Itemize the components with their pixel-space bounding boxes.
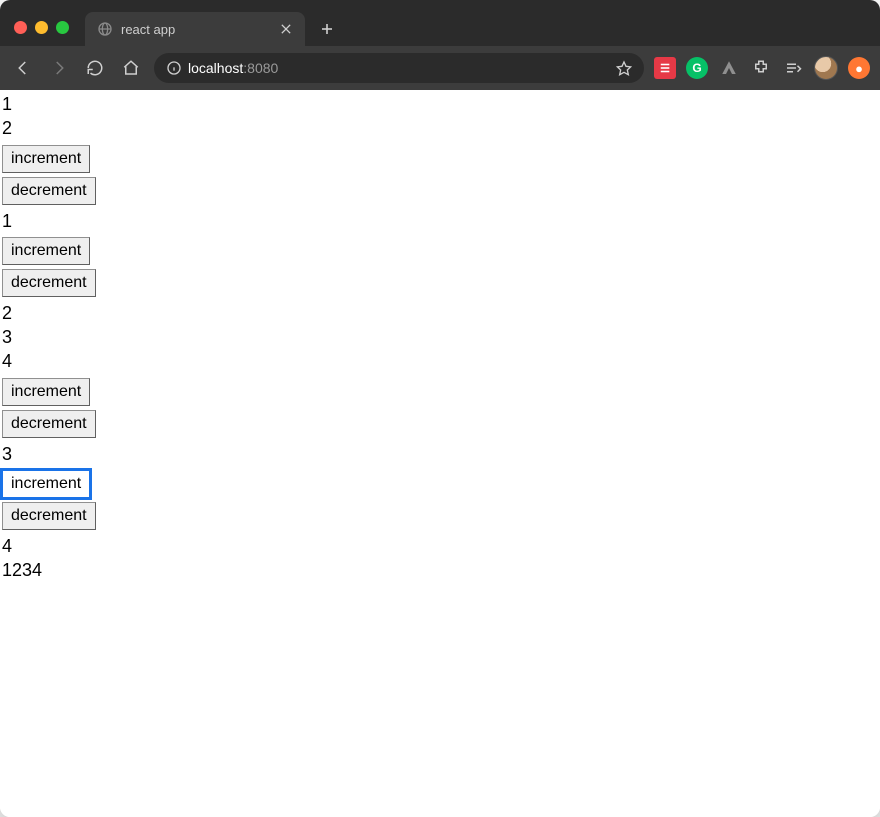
window-minimize-button[interactable] [35,21,48,34]
titlebar: react app [0,0,880,46]
bookmark-star-icon[interactable] [616,60,632,76]
counter-value: 4 [0,349,880,373]
counter-value: 2 [0,301,880,325]
media-control-button[interactable] [782,57,804,79]
extensions-button[interactable] [750,57,772,79]
browser-tab[interactable]: react app [85,12,305,46]
profile-avatar[interactable] [814,56,838,80]
counter-value: 1234 [0,558,880,582]
new-tab-button[interactable] [313,15,341,43]
tab-title: react app [121,22,271,37]
increment-button[interactable]: increment [2,470,90,498]
extension-icon-4[interactable]: ● [848,57,870,79]
increment-button[interactable]: increment [2,237,90,265]
back-button[interactable] [10,55,36,81]
decrement-button[interactable]: decrement [2,269,96,297]
counter-value: 2 [0,116,880,140]
counter-value: 1 [0,209,880,233]
window-close-button[interactable] [14,21,27,34]
decrement-button[interactable]: decrement [2,502,96,530]
counter-value: 3 [0,442,880,466]
forward-button[interactable] [46,55,72,81]
counter-value: 3 [0,325,880,349]
extension-icon-3[interactable] [718,57,740,79]
extension-icons: ☰ G ● [654,56,870,80]
url-host: localhost [188,60,243,76]
increment-button[interactable]: increment [2,378,90,406]
url-port: :8080 [243,60,278,76]
window-maximize-button[interactable] [56,21,69,34]
site-info-icon[interactable] [166,60,182,76]
page-content: 12incrementdecrement1incrementdecrement2… [0,90,880,817]
counter-value: 1 [0,92,880,116]
extension-icon-1[interactable]: ☰ [654,57,676,79]
address-bar[interactable]: localhost:8080 [154,53,644,83]
decrement-button[interactable]: decrement [2,410,96,438]
counter-value: 4 [0,534,880,558]
url-text: localhost:8080 [188,60,278,76]
close-tab-button[interactable] [279,22,293,36]
globe-icon [97,21,113,37]
browser-window: react app [0,0,880,817]
reload-button[interactable] [82,55,108,81]
decrement-button[interactable]: decrement [2,177,96,205]
window-controls [14,21,69,34]
home-button[interactable] [118,55,144,81]
extension-icon-2[interactable]: G [686,57,708,79]
toolbar: localhost:8080 ☰ G ● [0,46,880,90]
increment-button[interactable]: increment [2,145,90,173]
